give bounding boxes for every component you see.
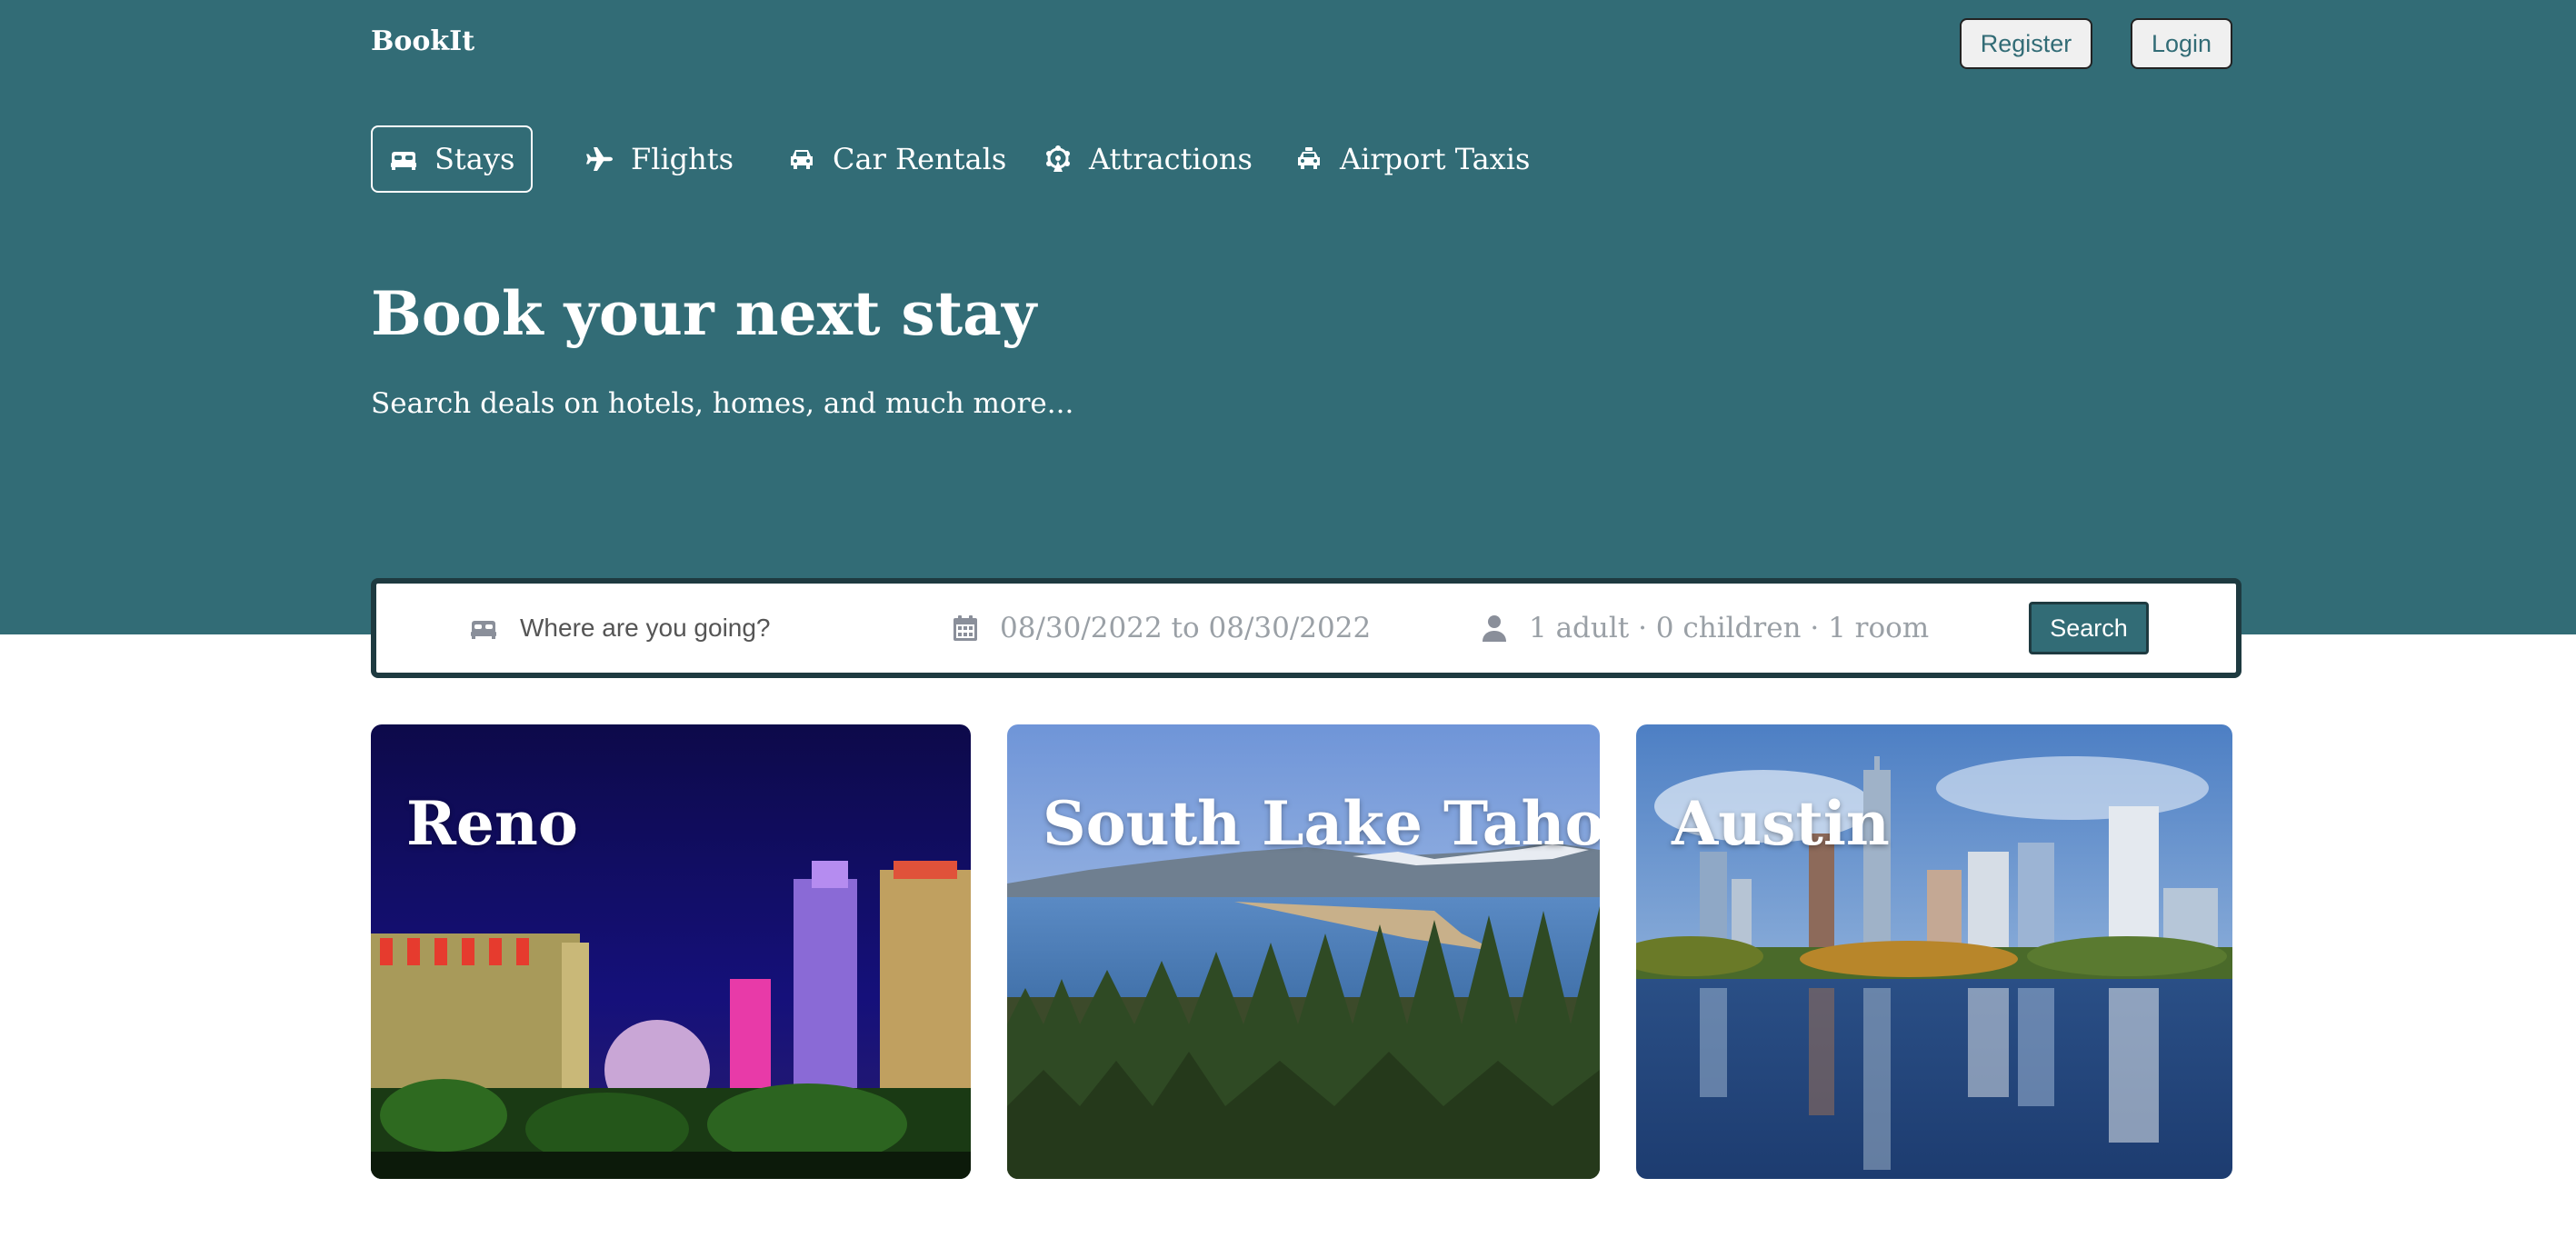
hero-subtitle: Search deals on hotels, homes, and much …: [371, 387, 1074, 420]
nav-tab-airport-taxis[interactable]: Airport Taxis: [1294, 125, 1530, 193]
destination-card-south-lake-tahoe[interactable]: South Lake Tahoe: [1007, 724, 1600, 1179]
calendar-icon: [954, 615, 977, 641]
nav-tab-stays[interactable]: Stays: [371, 125, 534, 193]
destination-field[interactable]: [469, 584, 885, 673]
person-icon: [1483, 615, 1506, 642]
nav-tab-car-rentals[interactable]: Car Rentals: [787, 125, 1006, 193]
nav-tab-flights[interactable]: Flights: [585, 125, 734, 193]
destination-card-reno[interactable]: Reno: [371, 724, 971, 1179]
destination-name: South Lake Tahoe: [1043, 788, 1600, 859]
nav-tab-label: Stays: [434, 142, 515, 176]
bed-icon: [391, 152, 416, 170]
date-range-field[interactable]: 08/30/2022 to 08/30/2022: [951, 584, 1371, 673]
bed-icon: [471, 621, 496, 639]
nav-tab-label: Attractions: [1089, 142, 1253, 176]
ferris-wheel-icon: [1046, 145, 1070, 172]
taxi-icon: [1298, 147, 1320, 169]
guests-text: 1 adult · 0 children · 1 room: [1529, 612, 1930, 644]
destination-name: Austin: [1672, 788, 1890, 859]
search-button[interactable]: Search: [2029, 602, 2149, 654]
nav-tab-attractions[interactable]: Attractions: [1043, 125, 1253, 193]
destination-name: Reno: [406, 788, 578, 859]
guests-field[interactable]: 1 adult · 0 children · 1 room: [1480, 584, 1929, 673]
destination-card-austin[interactable]: Austin: [1636, 724, 2232, 1179]
plane-icon: [586, 147, 613, 171]
search-bar: 08/30/2022 to 08/30/2022 1 adult · 0 chi…: [371, 578, 2242, 678]
login-button[interactable]: Login: [2131, 18, 2232, 69]
date-range-text: 08/30/2022 to 08/30/2022: [1000, 612, 1372, 644]
hero-title: Book your next stay: [371, 278, 1037, 349]
nav-tab-label: Flights: [631, 142, 734, 176]
destination-input[interactable]: [518, 613, 885, 644]
car-icon: [791, 150, 813, 169]
nav-tab-label: Airport Taxis: [1340, 142, 1531, 176]
nav-tab-label: Car Rentals: [833, 142, 1007, 176]
brand-logo[interactable]: BookIt: [371, 25, 474, 57]
register-button[interactable]: Register: [1960, 18, 2092, 69]
